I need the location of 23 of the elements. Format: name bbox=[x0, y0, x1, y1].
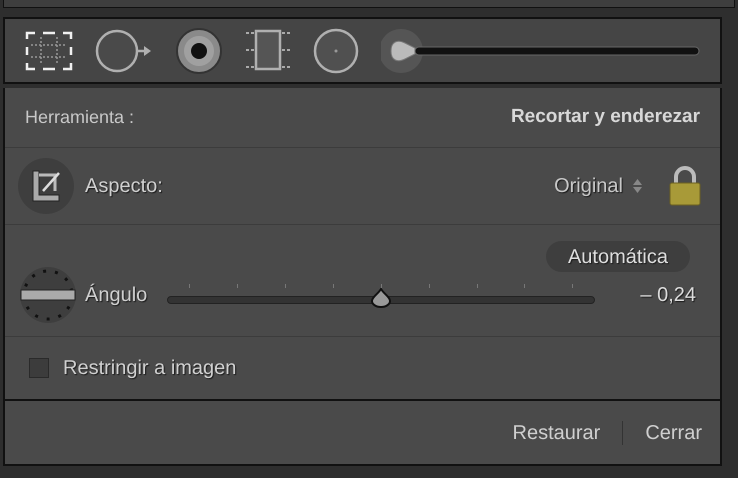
constrain-checkbox[interactable] bbox=[29, 358, 49, 378]
up-down-caret-icon bbox=[633, 179, 642, 193]
constrain-label: Restringir a imagen bbox=[63, 356, 236, 381]
radial-circle-icon[interactable] bbox=[313, 28, 359, 74]
angle-label: Ángulo bbox=[85, 282, 148, 308]
tool-label: Herramienta : bbox=[25, 106, 134, 129]
aspect-dropdown[interactable]: Original bbox=[554, 171, 642, 201]
slider-thumb[interactable] bbox=[369, 288, 394, 308]
filmstrip-icon[interactable] bbox=[245, 28, 291, 72]
lock-icon[interactable] bbox=[668, 166, 702, 206]
crop-tool-icon[interactable] bbox=[25, 30, 73, 70]
footer-button[interactable]: Cerrar bbox=[645, 418, 702, 448]
angle-slider[interactable] bbox=[167, 282, 596, 308]
footer-button[interactable]: Restaurar bbox=[512, 418, 600, 448]
eye-icon[interactable] bbox=[175, 26, 223, 74]
level-dial-icon bbox=[19, 266, 77, 324]
angle-value: – 0,24 bbox=[640, 283, 696, 308]
crop-ruler-icon bbox=[17, 157, 75, 215]
circle-arrow-icon[interactable] bbox=[95, 28, 153, 74]
brush-icon[interactable] bbox=[381, 26, 701, 74]
auto-button[interactable]: Automática bbox=[546, 241, 690, 272]
tool-name: Recortar y enderezar bbox=[510, 105, 700, 130]
aspect-label: Aspecto: bbox=[85, 174, 163, 199]
